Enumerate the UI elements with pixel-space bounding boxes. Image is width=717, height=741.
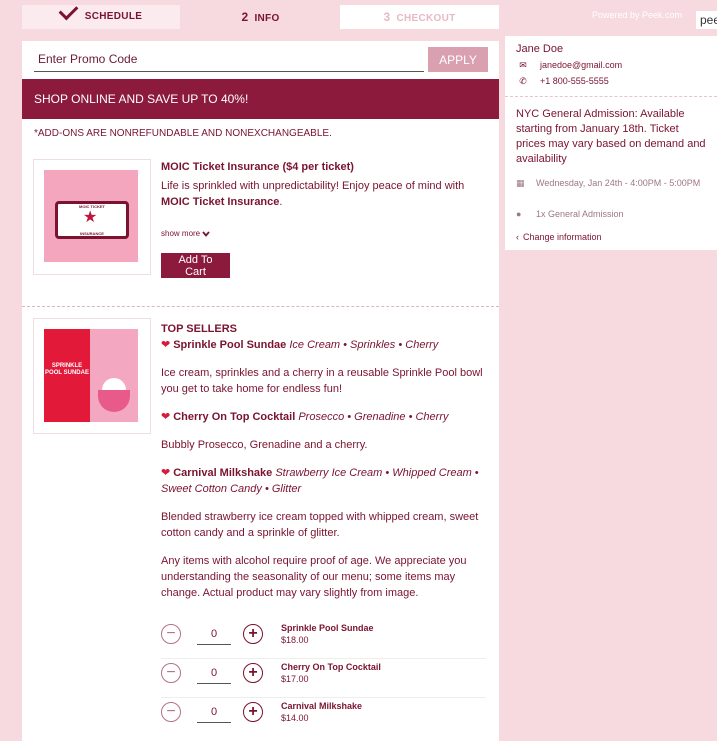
step-label: CHECKOUT bbox=[396, 13, 456, 24]
quantity-value[interactable]: 0 bbox=[197, 624, 231, 645]
sundae-image: SPRINKLE POOL SUNDAE bbox=[33, 318, 151, 434]
heart-icon: ❤ bbox=[161, 467, 171, 479]
divider bbox=[22, 306, 499, 307]
quantity-row: − 0 + Sprinkle Pool Sundae $18.00 bbox=[161, 620, 486, 659]
decrement-button[interactable]: − bbox=[161, 663, 181, 683]
change-information-link[interactable]: ‹ Change information bbox=[516, 232, 602, 242]
star-icon: ★ bbox=[83, 209, 98, 226]
step-label: INFO bbox=[254, 13, 280, 24]
customer-email: ✉ janedoe@gmail.com bbox=[516, 60, 622, 71]
increment-button[interactable]: + bbox=[243, 702, 263, 722]
step-number: 2 bbox=[241, 10, 249, 24]
increment-button[interactable]: + bbox=[243, 624, 263, 644]
step-label: SCHEDULE bbox=[84, 11, 143, 22]
quantity-item-name: Carnival Milkshake bbox=[281, 701, 363, 711]
step-info[interactable]: 2 INFO bbox=[181, 5, 340, 29]
add-to-cart-button[interactable]: Add To Cart bbox=[161, 253, 230, 278]
show-more-link[interactable]: show more bbox=[161, 229, 211, 238]
calendar-icon: ▦ bbox=[516, 178, 525, 188]
availability-text: NYC General Admission: Available startin… bbox=[516, 108, 706, 165]
quantity-item-price: $14.00 bbox=[281, 713, 309, 723]
item-heading: ❤ Sprinkle Pool Sundae Ice Cream • Sprink… bbox=[161, 339, 439, 351]
quantity-value[interactable]: 0 bbox=[197, 663, 231, 684]
decrement-button[interactable]: − bbox=[161, 624, 181, 644]
booking-date: ▦ Wednesday, Jan 24th - 4:00PM - 5:00PM bbox=[516, 178, 701, 188]
powered-by[interactable]: Powered by Peek.com bbox=[592, 10, 682, 20]
item-description: Bubbly Prosecco, Grenadine and a cherry. bbox=[161, 439, 368, 451]
insurance-title: MOIC Ticket Insurance ($4 per ticket) bbox=[161, 161, 354, 173]
insurance-image: MOIC TICKET ★ INSURANCE bbox=[33, 159, 151, 275]
ticket-count: ● 1x General Admission bbox=[516, 209, 624, 219]
item-description: Blended strawberry ice cream topped with… bbox=[161, 511, 479, 539]
booking-summary: Jane Doe ✉ janedoe@gmail.com ✆ +1 800-555-… bbox=[505, 36, 717, 250]
quantity-item-name: Cherry On Top Cocktail bbox=[281, 662, 381, 672]
item-heading: ❤ Cherry On Top Cocktail Prosecco • Grena… bbox=[161, 411, 449, 423]
top-sellers-heading: TOP SELLERS bbox=[161, 323, 238, 335]
envelope-icon: ✉ bbox=[519, 60, 527, 70]
customer-name: Jane Doe bbox=[516, 43, 564, 55]
person-icon: ● bbox=[516, 209, 522, 219]
item-heading: ❤ Carnival Milkshake Strawberry Ice Cream… bbox=[161, 467, 479, 495]
step-checkout[interactable]: 3 CHECKOUT bbox=[340, 5, 499, 29]
phone-icon: ✆ bbox=[519, 76, 527, 86]
increment-button[interactable]: + bbox=[243, 663, 263, 683]
divider bbox=[505, 96, 717, 97]
top-sellers-content: TOP SELLERS ❤ Sprinkle Pool Sundae Ice Cr… bbox=[161, 321, 486, 601]
ticket-icon: MOIC TICKET ★ INSURANCE bbox=[55, 201, 129, 239]
addons-notice: *ADD-ONS ARE NONREFUNDABLE AND NONEXCHAN… bbox=[34, 128, 332, 139]
heart-icon: ❤ bbox=[161, 339, 171, 351]
check-icon bbox=[58, 0, 79, 21]
chevron-left-icon: ‹ bbox=[516, 232, 519, 242]
quantity-row: − 0 + Carnival Milkshake $14.00 bbox=[161, 698, 486, 736]
desc-bold: MOIC Ticket Insurance bbox=[161, 196, 280, 208]
insurance-description: Life is sprinkled with unpredictability!… bbox=[161, 178, 481, 210]
show-more-label: show more bbox=[161, 229, 201, 238]
apply-button[interactable]: APPLY bbox=[428, 47, 488, 72]
addons-panel: APPLY SHOP ONLINE AND SAVE UP TO 40%! *A… bbox=[22, 41, 499, 741]
step-schedule[interactable]: SCHEDULE bbox=[22, 0, 180, 29]
quantity-item-price: $18.00 bbox=[281, 635, 309, 645]
customer-phone: ✆ +1 800-555-5555 bbox=[516, 76, 609, 87]
peek-logo[interactable]: peek bbox=[696, 11, 717, 29]
alcohol-disclaimer: Any items with alcohol require proof of … bbox=[161, 555, 467, 599]
quantity-item-name: Sprinkle Pool Sundae bbox=[281, 623, 374, 633]
chevron-down-icon bbox=[202, 231, 211, 237]
item-description: Ice cream, sprinkles and a cherry in a r… bbox=[161, 367, 483, 395]
quantity-item-price: $17.00 bbox=[281, 674, 309, 684]
heart-icon: ❤ bbox=[161, 411, 171, 423]
sundae-image-text: SPRINKLE POOL SUNDAE bbox=[44, 329, 90, 422]
quantity-row: − 0 + Cherry On Top Cocktail $17.00 bbox=[161, 659, 486, 698]
quantity-value[interactable]: 0 bbox=[197, 702, 231, 723]
promo-code-input[interactable] bbox=[34, 47, 424, 72]
promo-row: APPLY bbox=[34, 47, 488, 73]
ticket-text-bottom: INSURANCE bbox=[80, 231, 104, 236]
sale-banner: SHOP ONLINE AND SAVE UP TO 40%! bbox=[22, 79, 499, 119]
desc-suffix: . bbox=[279, 196, 283, 208]
decrement-button[interactable]: − bbox=[161, 702, 181, 722]
desc-text: Life is sprinkled with unpredictability!… bbox=[161, 180, 465, 192]
step-number: 3 bbox=[383, 10, 391, 24]
